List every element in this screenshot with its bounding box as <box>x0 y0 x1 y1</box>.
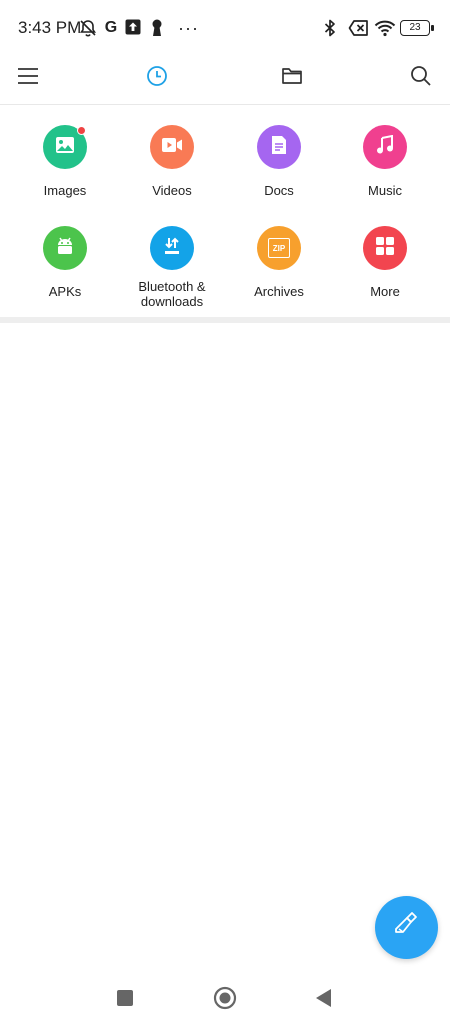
category-label: More <box>370 284 400 299</box>
apks-circle <box>43 226 87 270</box>
back-triangle-icon <box>315 988 333 1013</box>
more-circle <box>363 226 407 270</box>
no-sim-icon <box>348 18 368 38</box>
category-label-line: Bluetooth & <box>138 279 206 294</box>
category-label: Bluetooth & downloads <box>117 279 227 309</box>
category-docs[interactable]: Docs <box>224 125 334 198</box>
bluetooth-downloads-circle <box>150 226 194 270</box>
cleaner-brush-icon <box>392 910 422 945</box>
search-icon <box>410 65 432 92</box>
new-badge <box>77 126 86 135</box>
home-button[interactable] <box>210 985 240 1015</box>
upload-icon <box>124 18 144 38</box>
music-circle <box>363 125 407 169</box>
status-left-icons: G ··· <box>78 18 199 38</box>
battery-icon: 23 <box>400 20 434 36</box>
download-icon <box>162 236 182 261</box>
video-icon <box>161 137 183 158</box>
keyhole-icon <box>150 18 170 38</box>
category-images[interactable]: Images <box>10 125 120 198</box>
status-time: 3:43 PM <box>18 18 82 37</box>
top-toolbar <box>0 50 450 105</box>
folder-icon <box>281 66 303 91</box>
archives-circle: ZIP <box>257 226 301 270</box>
status-bar: 3:43 PM G ··· 23 <box>0 0 450 50</box>
zip-icon: ZIP <box>268 238 290 258</box>
image-icon <box>55 136 75 159</box>
category-label: Archives <box>254 284 304 299</box>
category-label: APKs <box>48 284 82 299</box>
tab-folders[interactable] <box>274 60 310 96</box>
category-apks[interactable]: APKs <box>10 226 120 299</box>
category-label-line: downloads <box>140 294 204 309</box>
android-icon <box>55 236 75 261</box>
category-archives[interactable]: ZIP Archives <box>224 226 334 299</box>
videos-circle <box>150 125 194 169</box>
menu-button[interactable] <box>10 60 46 96</box>
search-button[interactable] <box>403 60 439 96</box>
category-label: Docs <box>264 183 294 198</box>
grid-icon <box>376 236 394 260</box>
images-circle <box>43 125 87 169</box>
docs-circle <box>257 125 301 169</box>
menu-icon <box>17 67 39 90</box>
google-icon: G <box>104 19 118 36</box>
back-button[interactable] <box>309 985 339 1015</box>
recents-square-icon <box>116 989 134 1012</box>
recents-button[interactable] <box>110 985 140 1015</box>
music-icon <box>376 134 394 160</box>
category-bluetooth-downloads[interactable]: Bluetooth & downloads <box>117 226 227 309</box>
category-label: Images <box>43 183 87 198</box>
navigation-bar <box>0 975 450 1025</box>
section-divider <box>0 317 450 323</box>
bluetooth-icon <box>322 18 342 38</box>
category-label: Videos <box>152 183 192 198</box>
zip-text: ZIP <box>272 243 286 253</box>
category-more[interactable]: More <box>330 226 440 299</box>
document-icon <box>271 135 287 160</box>
notifications-off-icon <box>78 18 98 38</box>
category-music[interactable]: Music <box>330 125 440 198</box>
wifi-icon <box>374 18 396 38</box>
tab-recent[interactable] <box>139 60 175 96</box>
category-videos[interactable]: Videos <box>117 125 227 198</box>
status-right-icons: 23 <box>322 18 434 38</box>
recent-clock-icon <box>146 65 168 92</box>
more-dots-icon: ··· <box>178 18 199 38</box>
category-label: Music <box>368 183 402 198</box>
cleaner-button[interactable] <box>375 896 438 959</box>
home-circle-icon <box>213 986 237 1015</box>
